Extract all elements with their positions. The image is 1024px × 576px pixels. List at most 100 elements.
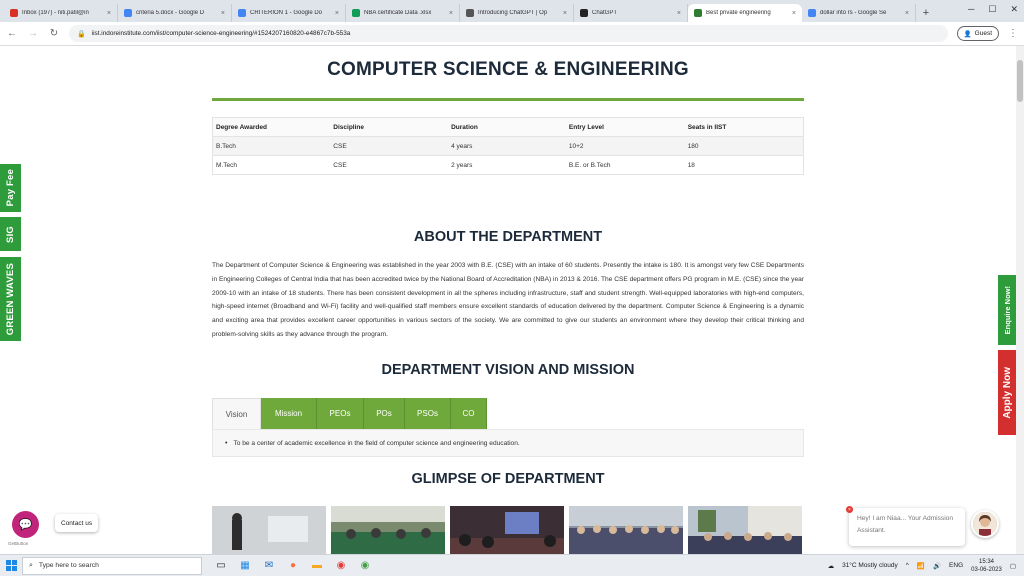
browser-tab[interactable]: criteria 5.docx - Google D × (118, 4, 232, 22)
tab-peos[interactable]: PEOs (317, 398, 364, 429)
page-title: COMPUTER SCIENCE & ENGINEERING (327, 59, 689, 80)
notifications-icon[interactable]: ▢ (1010, 562, 1016, 570)
table-cell: CSE (330, 136, 449, 156)
maximize-icon[interactable]: ☐ (988, 4, 996, 15)
url-text: iist.indoreinstitute.com/iist/computer-s… (91, 30, 351, 37)
chat-bubble-icon: 💬 (18, 519, 33, 531)
vision-text: To be a center of academic excellence in… (233, 439, 520, 447)
browser-tab[interactable]: ChatGPT × (574, 4, 688, 22)
new-tab-button[interactable]: + (918, 5, 934, 21)
vision-mission-tabs: Vision Mission PEOs POs PSOs CO (212, 398, 487, 429)
tab-psos[interactable]: PSOs (405, 398, 451, 429)
clock[interactable]: 15:34 03-06-2023 (971, 558, 1002, 574)
close-assistant-icon[interactable]: × (846, 506, 853, 513)
contact-us-label: Contact us (61, 519, 93, 527)
chevron-up-icon[interactable]: ^ (906, 562, 909, 569)
reload-icon[interactable]: ↻ (48, 28, 60, 39)
enquire-now-button[interactable]: Enquire Now! (998, 275, 1016, 345)
sig-button[interactable]: SIG (0, 217, 21, 251)
pay-fee-button[interactable]: Pay Fee (0, 164, 21, 212)
tab-co[interactable]: CO (451, 398, 487, 429)
about-paragraph: The Department of Computer Science & Eng… (212, 262, 804, 338)
minimize-icon[interactable]: ─ (968, 4, 974, 15)
start-button[interactable] (0, 555, 22, 576)
gallery-photo-outdoor[interactable] (688, 506, 802, 554)
tab-close-icon[interactable]: × (449, 10, 453, 17)
green-waves-button[interactable]: GREEN WAVES (0, 257, 21, 341)
windows-icon (5, 560, 17, 571)
avatar-icon (973, 512, 997, 536)
chrome-active-icon[interactable]: ◉ (358, 559, 372, 573)
browser-tab[interactable]: Introducing ChatGPT | Op × (460, 4, 574, 22)
tab-favicon-icon (580, 9, 588, 17)
browser-tab[interactable]: CRITERION 1 - Google Do × (232, 4, 346, 22)
tab-title: CRITERION 1 - Google Do (250, 10, 323, 16)
tab-pos[interactable]: POs (364, 398, 405, 429)
chat-launcher-button[interactable]: 💬 (12, 511, 39, 538)
browser-tab[interactable]: Best private engineering × (688, 4, 802, 22)
back-icon[interactable]: ← (6, 28, 18, 39)
person-icon: 👤 (963, 30, 972, 38)
url-field[interactable]: 🔒 iist.indoreinstitute.com/iist/computer… (69, 25, 948, 42)
chrome-icon[interactable]: ◉ (334, 559, 348, 573)
system-tray: ☁ 31°C Mostly cloudy ^ 📶 🔊 ENG 15:34 03-… (828, 558, 1024, 574)
apply-now-button[interactable]: Apply Now (998, 350, 1016, 435)
tab-close-icon[interactable]: × (335, 10, 339, 17)
page-content: COMPUTER SCIENCE & ENGINEERING Degree Aw… (0, 46, 1024, 554)
file-explorer-icon[interactable]: ▬ (310, 559, 324, 573)
table-cell: B.Tech (212, 136, 331, 156)
firefox-icon[interactable]: ● (286, 559, 300, 573)
browser-tab[interactable]: NBA certificate Data .xlsx × (346, 4, 460, 22)
table-cell: 2 years (448, 155, 566, 175)
enquire-now-label: Enquire Now! (1002, 285, 1012, 335)
photo-lecture-image (212, 506, 326, 554)
mail-icon[interactable]: ✉ (262, 559, 276, 573)
tab-vision[interactable]: Vision (212, 398, 261, 429)
tab-title: Introducing ChatGPT | Op (478, 10, 548, 16)
table-cell: 10+2 (565, 136, 685, 156)
tab-close-icon[interactable]: × (905, 10, 909, 17)
tab-close-icon[interactable]: × (792, 10, 796, 17)
forward-icon[interactable]: → (27, 28, 39, 39)
tab-close-icon[interactable]: × (221, 10, 225, 17)
gallery-photo-lecture[interactable] (212, 506, 326, 554)
assistant-message: Hey! I am Niaa... Your Admission Assista… (857, 515, 954, 534)
menu-icon[interactable]: ⋮ (1008, 28, 1018, 39)
scrollbar-thumb[interactable] (1017, 60, 1023, 102)
apply-now-label: Apply Now (1001, 366, 1013, 419)
tab-close-icon[interactable]: × (107, 10, 111, 17)
volume-icon[interactable]: 🔊 (933, 562, 941, 570)
close-icon[interactable]: ✕ (1010, 4, 1018, 15)
contact-us-pill[interactable]: Contact us (55, 514, 99, 532)
page-scrollbar[interactable] (1016, 46, 1024, 554)
table-cell: 180 (684, 136, 804, 156)
table-header-cell: Entry Level (565, 117, 685, 137)
tab-title: Inbox (197) - niti.patil@in (22, 10, 89, 16)
table-header-cell: Discipline (330, 117, 449, 137)
language-indicator[interactable]: ENG (949, 562, 963, 569)
taskbar-search[interactable]: ⌕ Type here to search (22, 556, 202, 575)
network-icon[interactable]: 📶 (917, 562, 925, 570)
profile-button[interactable]: 👤 Guest (956, 26, 999, 41)
browser-tab[interactable]: Inbox (197) - niti.patil@in × (4, 4, 118, 22)
weather-icon[interactable]: ☁ (828, 562, 835, 570)
title-divider (212, 98, 804, 101)
gallery-photo-seminar[interactable] (450, 506, 564, 554)
assistant-avatar[interactable] (971, 510, 999, 538)
gallery-photo-classroom[interactable] (331, 506, 445, 554)
gallery-photo-group[interactable] (569, 506, 683, 554)
table-header-cell: Degree Awarded (212, 117, 331, 137)
tab-favicon-icon (238, 9, 246, 17)
table-cell: B.E. or B.Tech (565, 155, 685, 175)
assistant-message-bubble[interactable]: Hey! I am Niaa... Your Admission Assista… (849, 508, 965, 546)
tab-close-icon[interactable]: × (677, 10, 681, 17)
getbutton-credit[interactable]: GetButton (8, 541, 28, 546)
table-cell: CSE (330, 155, 449, 175)
browser-tab[interactable]: dollar into rs - Google Se × (802, 4, 916, 22)
table-cell: 18 (684, 155, 804, 175)
tab-close-icon[interactable]: × (563, 10, 567, 17)
weather-text[interactable]: 31°C Mostly cloudy (842, 562, 898, 569)
task-view-icon[interactable]: ▭ (214, 559, 228, 573)
store-icon[interactable]: ▦ (238, 559, 252, 573)
tab-mission[interactable]: Mission (261, 398, 317, 429)
